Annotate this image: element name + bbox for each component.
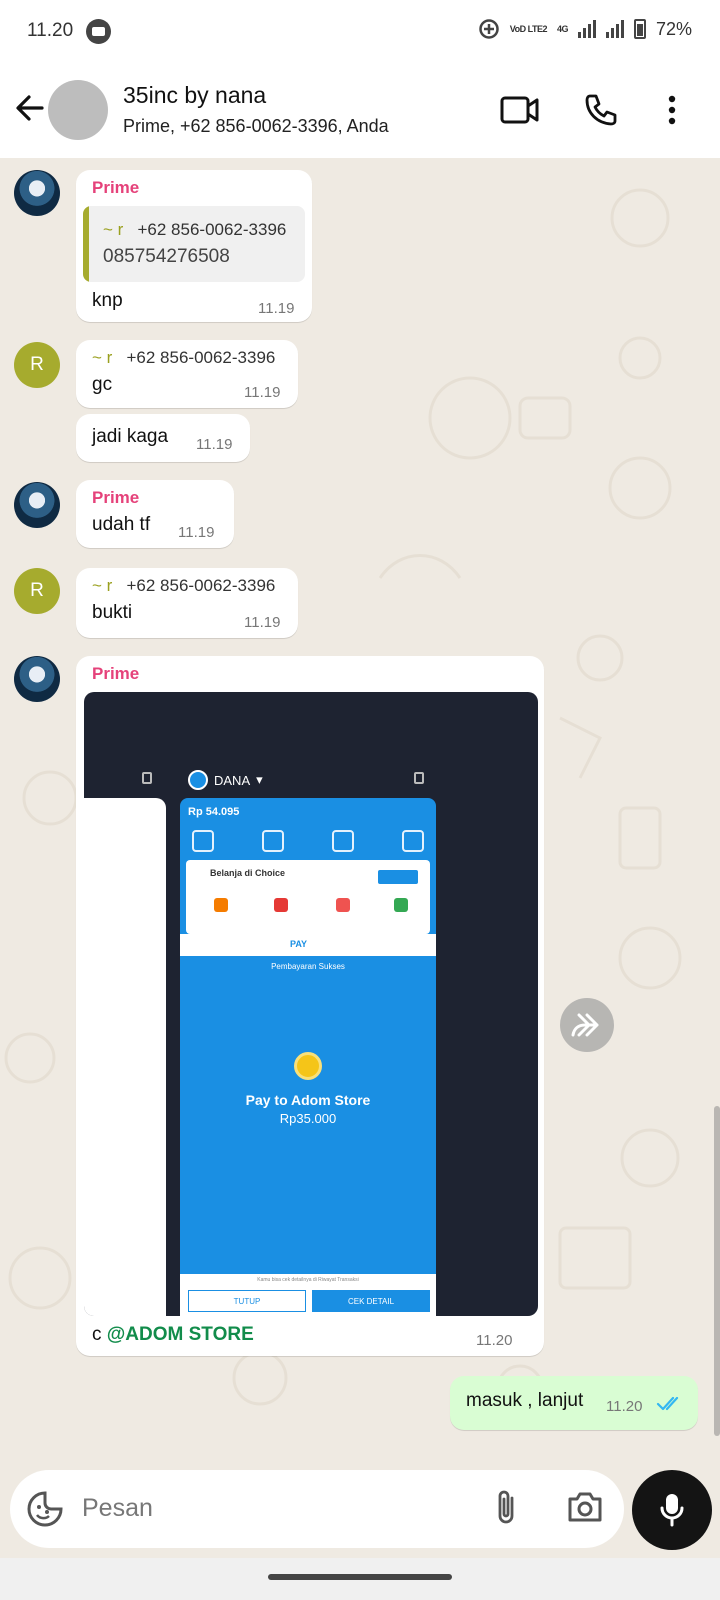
data-saver-icon: [479, 19, 499, 39]
message-time: 11.19: [196, 436, 233, 453]
payment-screenshot-image[interactable]: DANA ▾ Rp 54.095 Belanja di Choice PAY Pe…: [84, 692, 538, 1316]
message-text: gc: [92, 374, 113, 395]
home-gesture-handle[interactable]: [268, 1574, 452, 1580]
sender-name: Prime: [92, 488, 140, 507]
scrollbar[interactable]: [714, 1106, 720, 1436]
tutup-button: TUTUP: [188, 1290, 306, 1312]
dana-logo-icon: [188, 770, 208, 790]
message-text: udah tf: [92, 514, 151, 535]
group-members[interactable]: Prime, +62 856-0062-3396, Anda: [123, 116, 389, 137]
message-time: 11.19: [244, 614, 281, 631]
signal-2-icon: [605, 20, 624, 38]
volte-icon: VoD LTE2: [509, 23, 548, 34]
message-bubble[interactable]: ~ r +62 856-0062-3396 bukti 11.19: [76, 568, 298, 638]
message-time: 11.20: [476, 1332, 513, 1349]
promo-button: [378, 870, 418, 884]
message-text: bukti: [92, 602, 133, 623]
outgoing-message-bubble[interactable]: masuk , lanjut 11.20: [450, 1376, 698, 1430]
message-text: jadi kaga: [92, 426, 169, 447]
back-arrow-icon[interactable]: [12, 90, 48, 126]
mention-link[interactable]: @ADOM STORE: [107, 1324, 254, 1345]
quote-sender: ~ r +62 856-0062-3396: [103, 220, 287, 239]
message-bubble[interactable]: ~ r +62 856-0062-3396 gc 11.19: [76, 340, 298, 408]
forward-icon: [571, 1013, 599, 1037]
read-receipt-icon: [656, 1396, 679, 1411]
phone-icon: [585, 94, 617, 126]
recent-app-card: [84, 798, 166, 1316]
sender-avatar[interactable]: [14, 656, 60, 702]
video-call-button[interactable]: [498, 88, 542, 132]
group-avatar[interactable]: [48, 80, 108, 140]
lock-icon: [414, 772, 424, 784]
message-bubble[interactable]: Prime ~ r +62 856-0062-3396 085754276508…: [76, 170, 312, 322]
cek-detail-button: CEK DETAIL: [312, 1290, 430, 1312]
notification-icon: [86, 19, 111, 44]
status-time: 11.20: [27, 20, 74, 41]
quoted-message[interactable]: ~ r +62 856-0062-3396 085754276508: [83, 206, 305, 282]
signal-icon: [577, 20, 596, 38]
voice-call-button[interactable]: [578, 88, 622, 132]
amount-text: Rp35.000: [279, 1111, 337, 1126]
balance-text: Rp 54.095: [188, 806, 240, 818]
promo-title: Belanja di Choice: [210, 868, 286, 878]
message-time: 11.20: [606, 1398, 643, 1415]
more-options-button[interactable]: [650, 88, 694, 132]
image-message-bubble[interactable]: Prime DANA ▾ Rp 54.095 Belanja di Choice …: [76, 656, 544, 1356]
battery-icon: [633, 19, 646, 39]
lock-icon: [142, 772, 152, 784]
battery-level: 72%: [655, 18, 692, 39]
camera-icon[interactable]: [566, 1490, 604, 1524]
chat-header: 35inc by nana Prime, +62 856-0062-3396, …: [0, 64, 720, 158]
message-time: 11.19: [258, 300, 295, 317]
image-caption: c @ADOM STORE: [92, 1324, 254, 1345]
navigation-bar: [0, 1558, 720, 1600]
quick-actions: [192, 830, 424, 852]
dana-app-label: DANA ▾: [188, 770, 263, 790]
sender-name: ~ r +62 856-0062-3396: [92, 576, 276, 595]
message-time: 11.19: [244, 384, 281, 401]
quote-bar: [83, 206, 89, 282]
status-bar: 11.20 VoD LTE2 4G 72%: [0, 0, 720, 64]
sticker-icon[interactable]: [26, 1490, 64, 1528]
sender-name: ~ r +62 856-0062-3396: [92, 348, 276, 367]
quote-text: 085754276508: [103, 246, 230, 267]
pay-to-text: Pay to Adom Store: [245, 1092, 371, 1108]
success-coin-icon: [294, 1052, 322, 1080]
payment-status: Pembayaran Sukses: [271, 962, 345, 971]
receipt-footer: Kamu bisa cek detailnya di Riwayat Trans…: [180, 1274, 436, 1316]
group-title[interactable]: 35inc by nana: [123, 82, 266, 109]
message-text: masuk , lanjut: [466, 1390, 584, 1411]
message-bubble[interactable]: jadi kaga 11.19: [76, 414, 250, 462]
message-text: knp: [92, 290, 123, 311]
sender-avatar[interactable]: R: [14, 342, 60, 388]
chat-area[interactable]: Prime ~ r +62 856-0062-3396 085754276508…: [0, 158, 720, 1456]
message-composer: Pesan: [10, 1470, 624, 1548]
sender-name: Prime: [92, 664, 140, 683]
sender-avatar[interactable]: [14, 482, 60, 528]
attach-icon[interactable]: [492, 1488, 522, 1528]
promo-card: Belanja di Choice: [186, 860, 430, 934]
sender-avatar[interactable]: [14, 170, 60, 216]
sender-name: Prime: [92, 178, 140, 197]
voice-record-button[interactable]: [632, 1470, 712, 1550]
video-camera-icon: [500, 96, 539, 124]
network-type-icon: 4G: [556, 23, 569, 34]
sender-avatar[interactable]: R: [14, 568, 60, 614]
dana-app-preview: Rp 54.095 Belanja di Choice PAY Pembayar…: [180, 798, 436, 1316]
message-time: 11.19: [178, 524, 215, 541]
message-input[interactable]: Pesan: [82, 1494, 153, 1523]
microphone-icon: [660, 1494, 684, 1527]
forward-button[interactable]: [560, 998, 614, 1052]
footer-note: Kamu bisa cek detailnya di Riwayat Trans…: [257, 1277, 359, 1283]
more-vert-icon: [668, 95, 676, 125]
status-icons: VoD LTE2 4G 72%: [478, 18, 692, 40]
message-bubble[interactable]: Prime udah tf 11.19: [76, 480, 234, 548]
protection-strip: PAY: [180, 934, 436, 956]
